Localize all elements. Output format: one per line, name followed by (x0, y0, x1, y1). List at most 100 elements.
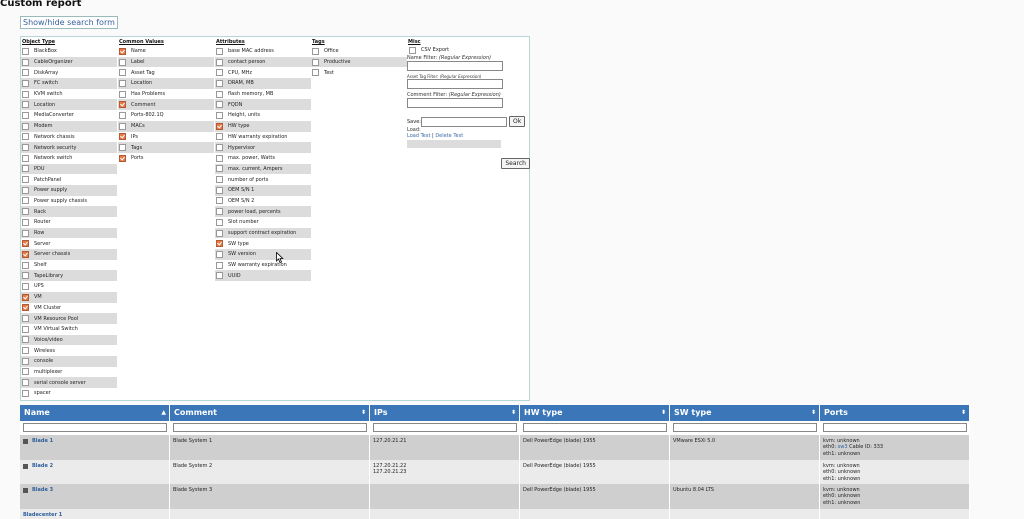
toggle-search-form-link[interactable]: Show/hide search form (20, 16, 118, 29)
object-type-checkbox[interactable] (22, 47, 29, 55)
column-header[interactable]: Name ▲ (20, 405, 170, 421)
object-type-checkbox[interactable] (22, 122, 29, 130)
sort-icon[interactable]: ⬍ (661, 405, 666, 421)
attributes-checkbox[interactable] (216, 90, 223, 98)
object-type-checkbox[interactable] (22, 293, 29, 301)
object-type-checkbox[interactable] (22, 368, 29, 376)
attributes-option[interactable]: SW version (215, 249, 311, 260)
object-type-checkbox[interactable] (22, 208, 29, 216)
object-type-checkbox[interactable] (22, 282, 29, 290)
column-header[interactable]: SW type ⬍ (670, 405, 820, 421)
common-values-option[interactable]: Ports (118, 153, 214, 164)
attributes-option[interactable]: OEM S/N 1 (215, 184, 311, 196)
attributes-checkbox[interactable] (216, 250, 223, 258)
attributes-option[interactable]: HW type (215, 120, 311, 132)
delete-test-link[interactable]: Delete Test (435, 133, 463, 139)
comment-filter-input[interactable] (407, 98, 503, 108)
object-type-checkbox[interactable] (22, 165, 29, 173)
object-type-checkbox[interactable] (22, 58, 29, 66)
object-type-option[interactable]: UPS (21, 281, 117, 292)
object-name-link[interactable]: Bladecenter 1 (23, 512, 166, 518)
object-type-option[interactable]: Router (21, 217, 117, 228)
load-test-link[interactable]: Load Test (407, 133, 430, 139)
column-filter-input[interactable] (523, 423, 667, 432)
attributes-option[interactable]: CPU, MHz (215, 67, 311, 78)
common-values-option[interactable]: Asset Tag (118, 67, 214, 78)
tags-option[interactable]: Test (311, 67, 407, 78)
object-type-option[interactable]: PDU (21, 163, 117, 175)
csv-export-checkbox[interactable] (409, 46, 416, 54)
attributes-checkbox[interactable] (216, 261, 223, 269)
asset-tag-filter-input[interactable] (407, 79, 503, 89)
object-type-checkbox[interactable] (22, 79, 29, 87)
object-type-option[interactable]: Power supply chassis (21, 196, 117, 207)
object-type-checkbox[interactable] (22, 347, 29, 355)
object-type-option[interactable]: FC switch (21, 78, 117, 89)
common-values-option[interactable]: Comment (118, 99, 214, 111)
common-values-checkbox[interactable] (119, 122, 126, 130)
object-type-checkbox[interactable] (22, 336, 29, 344)
ok-button[interactable]: Ok (508, 116, 526, 127)
attributes-checkbox[interactable] (216, 240, 223, 248)
sort-icon[interactable]: ▲ (161, 405, 166, 421)
common-values-checkbox[interactable] (119, 79, 126, 87)
object-type-option[interactable]: console (21, 355, 117, 367)
attributes-option[interactable]: Height, units (215, 110, 311, 121)
object-type-checkbox[interactable] (22, 197, 29, 205)
object-type-checkbox[interactable] (22, 176, 29, 184)
common-values-checkbox[interactable] (119, 101, 126, 109)
object-type-checkbox[interactable] (22, 186, 29, 194)
object-type-checkbox[interactable] (22, 144, 29, 152)
attributes-checkbox[interactable] (216, 79, 223, 87)
object-name-link[interactable]: Blade 1 (23, 438, 166, 444)
common-values-checkbox[interactable] (119, 144, 126, 152)
tags-checkbox[interactable] (312, 69, 319, 77)
attributes-checkbox[interactable] (216, 101, 223, 109)
object-type-option[interactable]: Shelf (21, 260, 117, 271)
object-type-option[interactable]: Network chassis (21, 132, 117, 143)
attributes-checkbox[interactable] (216, 122, 223, 130)
object-type-checkbox[interactable] (22, 261, 29, 269)
attributes-option[interactable]: flash memory, MB (215, 89, 311, 100)
object-type-checkbox[interactable] (22, 250, 29, 258)
object-type-checkbox[interactable] (22, 272, 29, 280)
object-type-option[interactable]: multiplexer (21, 367, 117, 378)
sort-icon[interactable]: ⬍ (361, 405, 366, 421)
object-type-checkbox[interactable] (22, 389, 29, 397)
tags-option[interactable]: Productive (311, 56, 407, 68)
common-values-checkbox[interactable] (119, 90, 126, 98)
object-type-option[interactable]: Modem (21, 120, 117, 132)
object-type-checkbox[interactable] (22, 218, 29, 226)
object-type-option[interactable]: VM Cluster (21, 303, 117, 314)
object-name-link[interactable]: Blade 3 (23, 487, 166, 493)
object-type-checkbox[interactable] (22, 240, 29, 248)
column-header[interactable]: Comment ⬍ (170, 405, 370, 421)
common-values-option[interactable]: IPs (118, 132, 214, 143)
attributes-option[interactable]: OEM S/N 2 (215, 196, 311, 207)
attributes-checkbox[interactable] (216, 111, 223, 119)
tags-checkbox[interactable] (312, 47, 319, 55)
common-values-option[interactable]: Ports-802.1Q (118, 110, 214, 121)
attributes-checkbox[interactable] (216, 144, 223, 152)
object-type-option[interactable]: Location (21, 99, 117, 111)
object-type-option[interactable]: Server (21, 238, 117, 249)
object-type-checkbox[interactable] (22, 325, 29, 333)
attributes-option[interactable]: SW type (215, 238, 311, 249)
column-filter-input[interactable] (673, 423, 817, 432)
attributes-option[interactable]: FQDN (215, 99, 311, 111)
common-values-checkbox[interactable] (119, 69, 126, 77)
object-type-option[interactable]: Power supply (21, 184, 117, 196)
common-values-option[interactable]: Location (118, 78, 214, 89)
attributes-checkbox[interactable] (216, 133, 223, 141)
object-type-option[interactable]: Network security (21, 142, 117, 153)
attributes-checkbox[interactable] (216, 58, 223, 66)
column-header[interactable]: HW type ⬍ (520, 405, 670, 421)
object-type-checkbox[interactable] (22, 90, 29, 98)
attributes-option[interactable]: base MAC address (215, 46, 311, 57)
object-type-option[interactable]: CableOrganizer (21, 56, 117, 68)
object-type-option[interactable]: BlackBox (21, 46, 117, 57)
name-filter-input[interactable] (407, 61, 503, 71)
attributes-option[interactable]: number of ports (215, 174, 311, 185)
common-values-option[interactable]: Has Problems (118, 89, 214, 100)
attributes-option[interactable]: DRAM, MB (215, 78, 311, 89)
